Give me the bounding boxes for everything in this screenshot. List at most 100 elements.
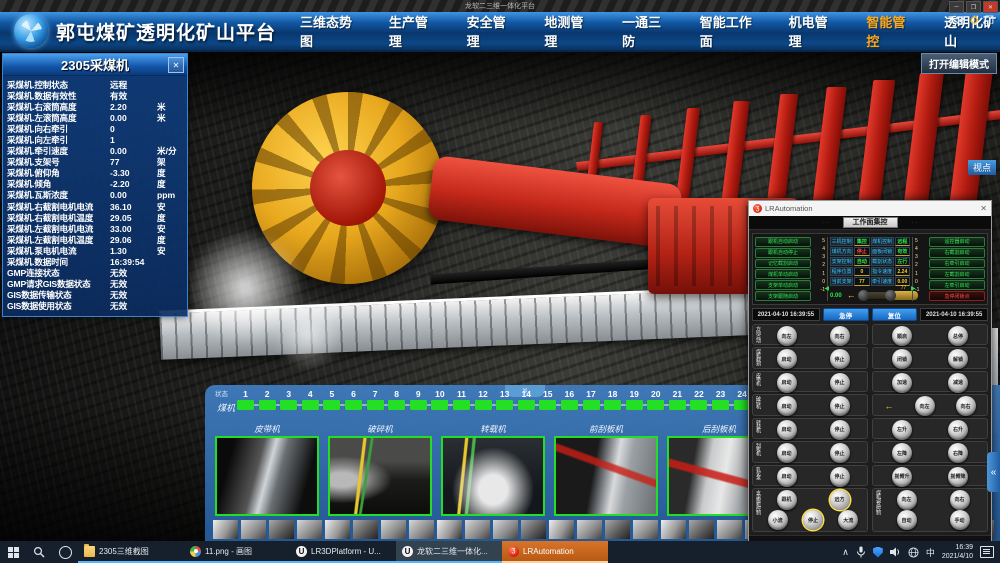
auto-function-button[interactable]: 支架单动启动 xyxy=(755,280,811,290)
start-button[interactable] xyxy=(0,541,26,563)
auto-function-button[interactable]: 煤机单动启动 xyxy=(755,269,811,279)
collapse-panel-tab[interactable]: « xyxy=(987,452,1000,492)
menu-item-2[interactable]: 生产管理 xyxy=(389,12,434,50)
workface-control-tab[interactable]: 工作面集控 xyxy=(843,217,898,228)
control-button[interactable]: 向左 xyxy=(897,490,917,510)
channel-indicator[interactable]: 12 xyxy=(475,389,492,410)
control-button[interactable]: 加速 xyxy=(892,373,912,393)
network-globe-icon[interactable] xyxy=(908,547,919,558)
channel-indicator[interactable]: 10 xyxy=(431,389,448,410)
control-button[interactable]: 向左 xyxy=(915,396,935,416)
gear-icon[interactable]: ⚙ xyxy=(969,14,979,27)
control-button[interactable]: 向右 xyxy=(956,396,976,416)
channel-indicator[interactable]: 20 xyxy=(647,389,664,410)
camera-feed[interactable]: 破碎机 xyxy=(328,423,432,516)
channel-indicator[interactable]: 14 xyxy=(518,389,535,410)
estop-button[interactable]: 急停 xyxy=(823,308,869,321)
channel-indicator[interactable]: 8 xyxy=(388,389,405,410)
menu-item-4[interactable]: 地测管理 xyxy=(544,12,589,50)
control-button[interactable]: 解锁 xyxy=(948,349,968,369)
mini-thumbnail[interactable] xyxy=(465,520,490,539)
menu-item-1[interactable]: 三维态势图 xyxy=(300,12,356,50)
notification-center-icon[interactable] xyxy=(980,546,994,558)
wrench-icon[interactable]: ⚒ xyxy=(954,14,964,27)
auto-function-button[interactable]: 右截割启动 xyxy=(929,248,985,258)
viewpoint-tab[interactable]: 视点 xyxy=(968,160,996,175)
control-button[interactable]: 停止 xyxy=(803,510,823,530)
control-button[interactable]: 停止 xyxy=(830,467,850,487)
control-button[interactable]: 右降 xyxy=(948,443,968,463)
menu-item-6[interactable]: 智能工作面 xyxy=(700,12,756,50)
control-button[interactable]: 左降 xyxy=(892,443,912,463)
control-button[interactable]: 自动 xyxy=(897,510,917,530)
channel-indicator[interactable]: 6 xyxy=(345,389,362,410)
close-icon[interactable]: ✕ xyxy=(983,1,998,13)
menu-item-3[interactable]: 安全管理 xyxy=(467,12,512,50)
auto-function-button[interactable]: 跟机自动停止 xyxy=(755,248,811,258)
mini-thumbnail[interactable] xyxy=(689,520,714,539)
mini-thumbnail[interactable] xyxy=(409,520,434,539)
control-button[interactable]: 跟机 xyxy=(777,490,797,510)
mini-thumbnail[interactable] xyxy=(297,520,322,539)
taskbar-app[interactable]: 2305三维截图 xyxy=(78,541,184,563)
channel-indicator[interactable]: 7 xyxy=(367,389,384,410)
auto-function-button[interactable]: 右牵引启动 xyxy=(929,259,985,269)
position-slider[interactable]: 77 xyxy=(861,291,894,300)
clock[interactable]: 16:39 2021/4/10 xyxy=(942,543,973,561)
control-button[interactable]: 顺启 xyxy=(892,326,912,346)
mini-thumbnail[interactable] xyxy=(521,520,546,539)
control-button[interactable]: 减速 xyxy=(948,373,968,393)
ime-indicator[interactable]: 中 xyxy=(926,546,935,559)
channel-indicator[interactable]: 5 xyxy=(323,389,340,410)
mini-thumbnail[interactable] xyxy=(381,520,406,539)
control-button[interactable]: 总停 xyxy=(948,326,968,346)
taskbar-app[interactable]: U龙软二三维一体化... xyxy=(396,541,502,563)
cortana-button[interactable] xyxy=(52,541,78,563)
menu-item-5[interactable]: 一通三防 xyxy=(622,12,667,50)
channel-indicator[interactable]: 21 xyxy=(669,389,686,410)
auto-function-button[interactable]: 跟机自动启动 xyxy=(755,237,811,247)
camera-feed[interactable]: 前刮板机 xyxy=(554,423,658,516)
control-button[interactable]: 摇臂降 xyxy=(948,467,968,487)
camera-feed[interactable]: 皮带机 xyxy=(215,423,319,516)
edit-mode-button[interactable]: 打开编辑模式 xyxy=(921,53,997,74)
camera-feed[interactable]: 转载机 xyxy=(441,423,545,516)
mini-thumbnail[interactable] xyxy=(549,520,574,539)
control-button[interactable]: 启动 xyxy=(777,396,797,416)
mini-thumbnail[interactable] xyxy=(605,520,630,539)
channel-indicator[interactable]: 22 xyxy=(690,389,707,410)
channel-indicator[interactable]: 11 xyxy=(453,389,470,410)
mini-thumbnail[interactable] xyxy=(633,520,658,539)
channel-indicator[interactable]: 2 xyxy=(259,389,276,410)
estop-lock-button[interactable]: 急停闭锁点 xyxy=(929,291,985,301)
menu-item-8[interactable]: 智能管控 xyxy=(866,12,911,50)
tray-expand-icon[interactable]: ∧ xyxy=(842,547,849,558)
auto-function-button[interactable]: 遥控器启动 xyxy=(929,237,985,247)
mini-thumbnail[interactable] xyxy=(353,520,378,539)
control-button[interactable]: 小流 xyxy=(768,510,788,530)
control-button[interactable]: 停止 xyxy=(830,396,850,416)
minimize-icon[interactable]: ─ xyxy=(949,1,964,13)
control-button[interactable]: 大流 xyxy=(838,510,858,530)
mini-thumbnail[interactable] xyxy=(661,520,686,539)
control-button[interactable]: 闭锁 xyxy=(892,349,912,369)
control-button[interactable]: 向右 xyxy=(830,326,850,346)
channel-indicator[interactable]: 17 xyxy=(583,389,600,410)
control-button[interactable]: 摇臂升 xyxy=(892,467,912,487)
mini-thumbnail[interactable] xyxy=(269,520,294,539)
mini-thumbnail[interactable] xyxy=(717,520,742,539)
taskbar-app[interactable]: ULR3DPlatform - U... xyxy=(290,541,396,563)
mini-thumbnail[interactable] xyxy=(577,520,602,539)
taskbar-app[interactable]: 11.png - 画图 xyxy=(184,541,290,563)
control-button[interactable]: 启动 xyxy=(777,420,797,440)
channel-indicator[interactable]: 23 xyxy=(712,389,729,410)
lrautomation-close-icon[interactable]: ✕ xyxy=(980,204,987,213)
lrautomation-titlebar[interactable]: ʒ LRAutomation ✕ xyxy=(749,201,991,216)
auto-function-button[interactable]: 左截割启动 xyxy=(929,269,985,279)
mini-thumbnail[interactable] xyxy=(493,520,518,539)
reset-button[interactable]: 复位 xyxy=(872,308,918,321)
panel-close-icon[interactable]: ✕ xyxy=(168,57,184,73)
menu-item-7[interactable]: 机电管理 xyxy=(789,12,834,50)
control-button[interactable]: 左升 xyxy=(892,420,912,440)
control-button[interactable]: 向左 xyxy=(777,326,797,346)
